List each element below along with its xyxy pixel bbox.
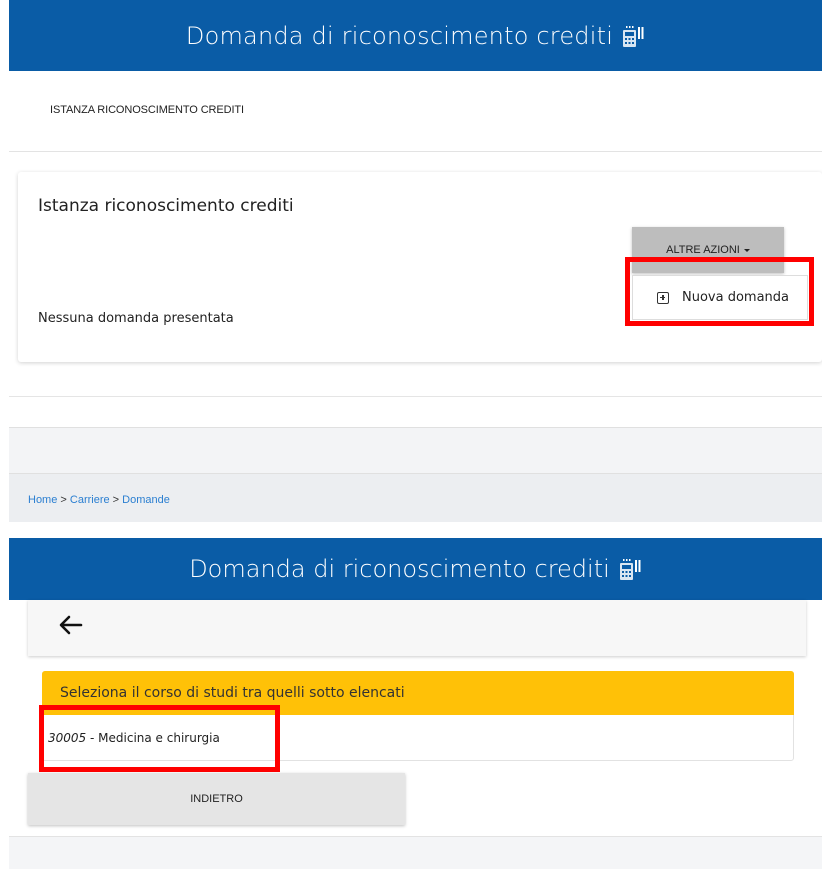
divider [9,396,822,397]
caret-down-icon [743,248,750,252]
section-subtitle: ISTANZA RICONOSCIMENTO CREDITI [50,104,244,116]
highlight-box [625,257,814,326]
breadcrumb-domande[interactable]: Domande [122,494,170,506]
highlight-box [39,705,280,772]
breadcrumb-home[interactable]: Home [28,494,57,506]
breadcrumb-carriere[interactable]: Carriere [70,494,110,506]
page-header: Domanda di riconoscimento crediti [9,538,822,600]
breadcrumb-separator: > [57,494,70,506]
altre-azioni-label: ALTRE AZIONI [666,244,740,256]
calculator-icon [623,25,644,47]
indietro-button[interactable]: INDIETRO [28,773,405,825]
spacer-band [9,428,822,473]
indietro-label: INDIETRO [190,793,243,805]
breadcrumb: Home > Carriere > Domande [28,494,170,506]
divider [9,151,822,152]
page-header: Domanda di riconoscimento crediti [9,0,822,71]
page-header-title: Domanda di riconoscimento crediti [185,21,614,50]
card-title: Istanza riconoscimento crediti [38,196,294,216]
footer-band [9,837,822,869]
breadcrumb-separator: > [109,494,123,506]
calculator-icon [619,559,641,580]
empty-message: Nessuna domanda presentata [38,311,234,326]
arrow-left-icon[interactable] [58,612,84,638]
page-header-title: Domanda di riconoscimento crediti [189,555,610,583]
back-toolbar [28,600,806,656]
